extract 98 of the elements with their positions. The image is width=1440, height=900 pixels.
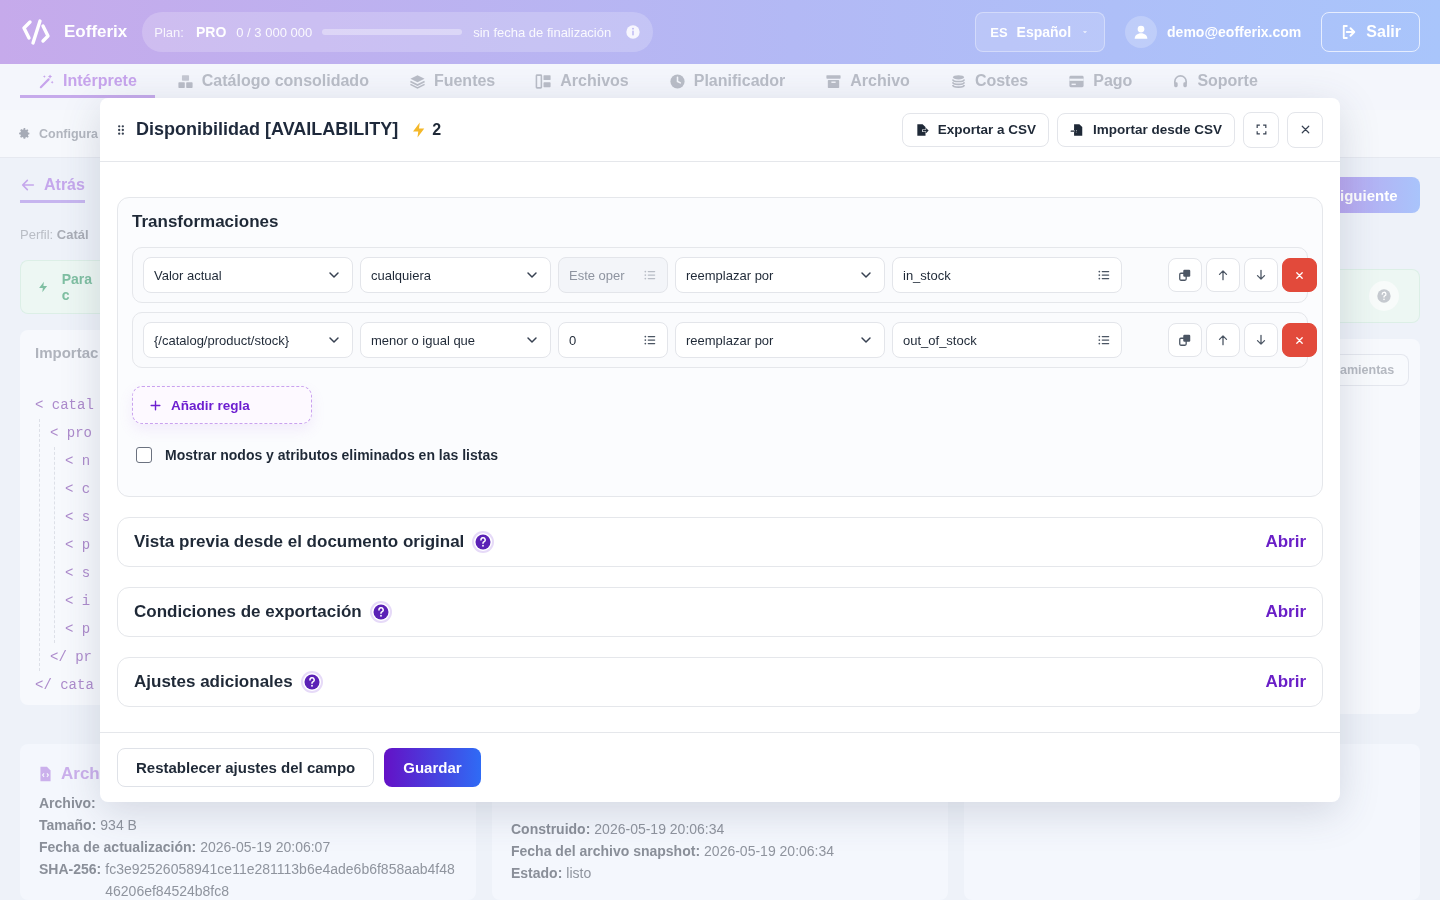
magic-wand-icon xyxy=(38,72,55,90)
help-icon xyxy=(371,603,390,621)
xml-line: </ cata xyxy=(35,676,95,695)
list-icon xyxy=(643,268,657,282)
expand-icon xyxy=(1254,123,1268,136)
select-field[interactable]: menor o igual que xyxy=(360,322,551,358)
delete-button[interactable] xyxy=(1282,323,1317,357)
section-title: Ajustes adicionales xyxy=(134,672,293,692)
section-title: Transformaciones xyxy=(132,212,280,232)
close-button[interactable] xyxy=(1287,111,1323,148)
bolt-icon xyxy=(37,280,50,294)
select-field[interactable]: reemplazar por xyxy=(675,322,885,358)
checkbox-label: Mostrar nodos y atributos eliminados en las listas xyxy=(165,447,498,463)
xml-line: < p xyxy=(65,620,92,639)
reset-button[interactable]: Restablecer ajustes del campo xyxy=(117,748,375,787)
coins-icon xyxy=(949,72,967,90)
arrow-down-icon xyxy=(1254,333,1268,347)
open-link[interactable]: Abrir xyxy=(1265,532,1306,552)
clock-icon xyxy=(668,72,686,90)
field-value: 2026-05-19 20:06:34 xyxy=(594,820,725,839)
select-field[interactable]: cualquiera xyxy=(360,257,551,293)
layers-icon xyxy=(408,72,426,90)
xml-line: < p xyxy=(65,536,92,555)
list-icon xyxy=(1097,268,1111,282)
arrow-up-icon xyxy=(1216,268,1230,282)
copy-icon xyxy=(1178,333,1192,347)
xml-line: < c xyxy=(65,480,92,499)
file-export-icon xyxy=(914,122,929,137)
open-link[interactable]: Abrir xyxy=(1265,672,1306,692)
xml-line: < pro xyxy=(50,424,93,443)
modal-title: Disponibilidad [AVAILABILITY] xyxy=(136,119,399,140)
logo-icon xyxy=(20,16,52,48)
fullscreen-button[interactable] xyxy=(1243,111,1279,148)
plan-label: Plan: xyxy=(154,24,184,40)
delete-button[interactable] xyxy=(1282,258,1317,292)
folders-icon xyxy=(535,72,553,90)
drag-handle-icon xyxy=(117,123,125,136)
user-email: demo@eofferix.com xyxy=(1167,24,1302,40)
xml-line: < s xyxy=(65,508,92,527)
field-value: listo xyxy=(566,864,592,883)
plan-name: PRO xyxy=(195,24,227,40)
move-down-button[interactable] xyxy=(1244,323,1278,357)
plan-usage: 0 / 3 000 000 xyxy=(236,24,313,40)
section-title: Condiciones de exportación xyxy=(134,602,362,622)
help-icon xyxy=(302,673,321,691)
input-field[interactable]: in_stock xyxy=(892,257,1122,293)
copy-button[interactable] xyxy=(1168,323,1202,357)
boxes-icon xyxy=(176,72,194,90)
input-field[interactable]: 0 xyxy=(558,322,668,358)
select-field[interactable]: {/catalog/product/stock} xyxy=(143,322,353,358)
xml-line: < n xyxy=(65,452,92,471)
card-title: Arch xyxy=(61,763,100,785)
checkbox[interactable] xyxy=(136,447,152,463)
open-link[interactable]: Abrir xyxy=(1265,602,1306,622)
import-button[interactable]: Importar desde CSV xyxy=(1056,112,1235,147)
input-field[interactable]: out_of_stock xyxy=(892,322,1122,358)
add-rule-button[interactable]: Añadir regla xyxy=(132,386,312,424)
xml-line: < i xyxy=(65,592,92,611)
list-icon xyxy=(1097,333,1111,347)
field-label: Archivo: xyxy=(39,794,96,813)
gear-icon xyxy=(18,127,31,140)
export-button[interactable]: Exportar a CSV xyxy=(901,112,1049,147)
save-button[interactable]: Guardar xyxy=(384,748,481,787)
field-label: Construido: xyxy=(511,820,591,839)
select-field[interactable]: reemplazar por xyxy=(675,257,885,293)
field-value: 934 B xyxy=(100,816,137,835)
file-code-icon xyxy=(39,766,52,782)
field-label: Estado: xyxy=(511,864,563,883)
rule-count: 2 xyxy=(432,120,442,139)
copy-button[interactable] xyxy=(1168,258,1202,292)
field-value: 2026-05-19 20:06:34 xyxy=(704,842,835,861)
file-import-icon xyxy=(1069,122,1084,137)
section-title: Vista previa desde el documento original xyxy=(134,532,465,552)
info-icon xyxy=(625,24,642,40)
help-icon xyxy=(1376,288,1392,304)
xml-line: < s xyxy=(65,564,92,583)
copy-icon xyxy=(1178,268,1192,282)
archive-box-icon xyxy=(825,72,843,90)
help-icon xyxy=(474,533,493,551)
xml-line: </ pr xyxy=(50,648,93,667)
plus-icon xyxy=(149,398,162,412)
field-label: SHA-256: xyxy=(39,860,102,879)
arrow-down-icon xyxy=(1254,268,1268,282)
move-down-button[interactable] xyxy=(1244,258,1278,292)
card-title: Importac xyxy=(35,344,100,361)
arrow-left-icon xyxy=(20,177,36,193)
headset-icon xyxy=(1172,72,1190,90)
field-label: Fecha de actualización: xyxy=(39,838,197,857)
field-value: 2026-05-19 20:06:07 xyxy=(200,838,331,857)
select-field[interactable]: Valor actual xyxy=(143,257,353,293)
field-label: Tamaño: xyxy=(39,816,97,835)
brand-name: Eofferix xyxy=(64,22,128,42)
xml-line: < catal xyxy=(35,396,95,415)
arrow-up-icon xyxy=(1216,333,1230,347)
list-icon xyxy=(643,333,657,347)
field-label: Fecha del archivo snapshot: xyxy=(511,842,701,861)
field-value: fc3e92526058941ce11e281113b6e4ade6b6f858aab4f4846206ef84524b8fc8 xyxy=(105,860,456,900)
hint-text: Para c xyxy=(61,271,94,303)
